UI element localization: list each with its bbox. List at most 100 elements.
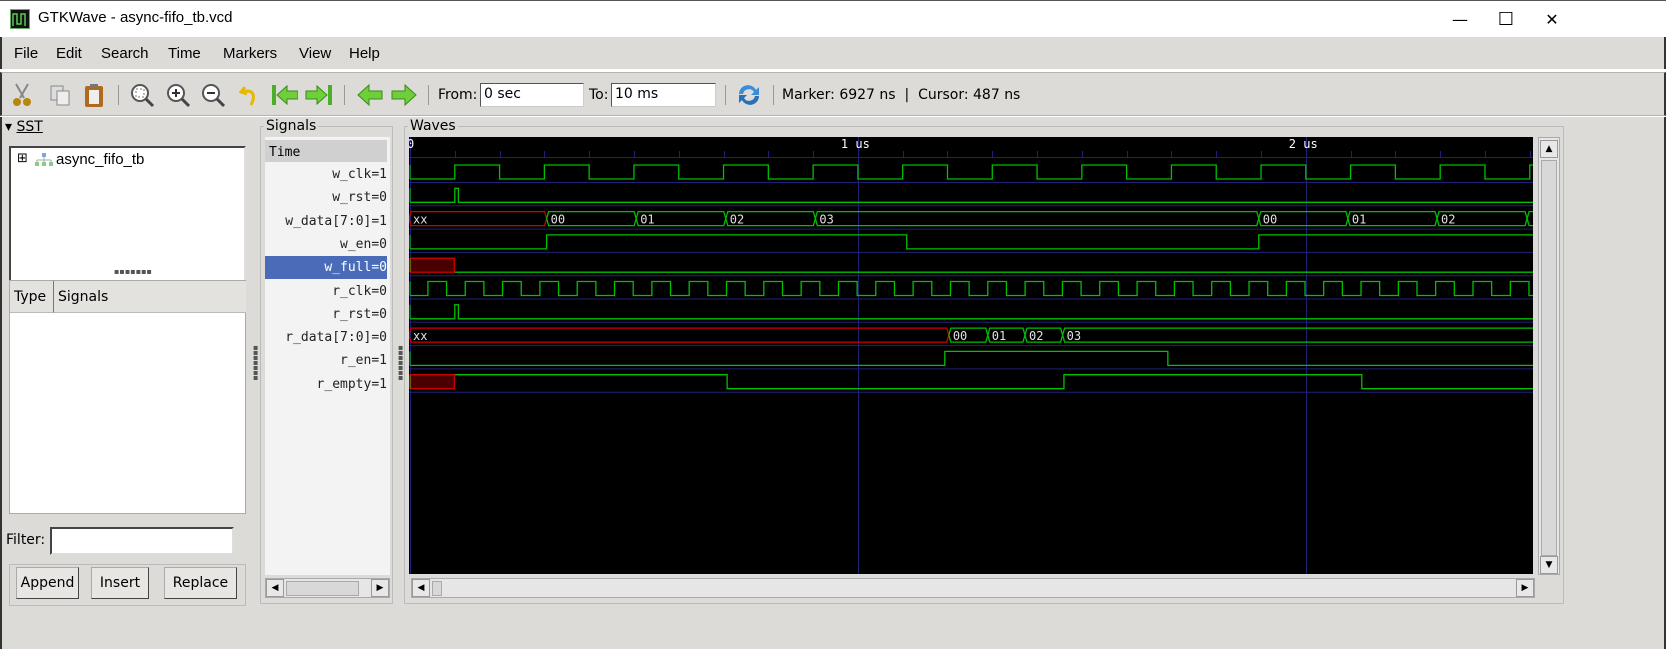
filter-label: Filter: bbox=[6, 532, 46, 548]
copy-icon[interactable] bbox=[46, 81, 74, 109]
waveform-r_rst bbox=[410, 304, 1533, 320]
signals-panel-title: Signals bbox=[264, 118, 319, 134]
module-hierarchy-icon bbox=[35, 153, 53, 171]
menu-view[interactable]: View bbox=[299, 45, 331, 62]
signals-hscrollbar[interactable]: ◀ ▶ bbox=[265, 578, 390, 598]
bus-value-label: 00 bbox=[551, 213, 565, 227]
scroll-left-icon[interactable]: ◀ bbox=[412, 579, 430, 597]
next-edge-icon[interactable] bbox=[390, 81, 418, 109]
zoom-out-icon[interactable] bbox=[199, 81, 227, 109]
scroll-up-icon[interactable]: ▲ bbox=[1540, 140, 1558, 158]
menu-bar: File Edit Search Time Markers View Help bbox=[0, 37, 1666, 69]
time-header: Time bbox=[265, 140, 387, 162]
bus-value-label: 01 bbox=[640, 213, 654, 227]
bus-segment-w_data bbox=[1526, 210, 1538, 227]
scroll-right-icon[interactable]: ▶ bbox=[371, 579, 389, 597]
time-label: 1 us bbox=[841, 137, 870, 151]
waveform-canvas[interactable]: 0 1 us 2 us xx 00 01 02 03 00 01 02 xx 00 01 02 03 bbox=[407, 137, 1576, 574]
from-label: From: bbox=[438, 87, 478, 103]
menu-file[interactable]: File bbox=[14, 45, 38, 62]
menu-markers[interactable]: Markers bbox=[223, 45, 277, 62]
append-button[interactable]: Append bbox=[16, 567, 79, 599]
menu-help[interactable]: Help bbox=[349, 45, 380, 62]
close-button[interactable]: ✕ bbox=[1529, 1, 1575, 37]
menu-edit[interactable]: Edit bbox=[56, 45, 82, 62]
bus-value-label: 01 bbox=[992, 329, 1006, 343]
to-label: To: bbox=[589, 87, 609, 103]
waves-panel-title: Waves bbox=[408, 118, 458, 134]
undo-zoom-icon[interactable] bbox=[236, 81, 264, 109]
menu-time[interactable]: Time bbox=[168, 45, 201, 62]
sst-title: SST bbox=[16, 119, 43, 135]
filter-input[interactable] bbox=[50, 527, 234, 555]
column-header-type[interactable]: Type bbox=[10, 281, 54, 313]
signal-name-row[interactable]: r_en=1 bbox=[265, 349, 387, 372]
menu-search[interactable]: Search bbox=[101, 45, 149, 62]
scrollbar-thumb[interactable] bbox=[432, 581, 442, 596]
signals-name-pane: Time w_clk=1 w_rst=0 w_data[7:0]=1 w_en=0 w_… bbox=[265, 137, 390, 575]
zoom-fit-icon[interactable] bbox=[128, 81, 156, 109]
to-time-input[interactable]: 10 ms bbox=[611, 83, 716, 107]
cut-icon[interactable] bbox=[8, 81, 36, 109]
bus-value-label: 03 bbox=[819, 213, 833, 227]
bus-value-label: 03 bbox=[1067, 329, 1081, 343]
prev-edge-icon[interactable] bbox=[356, 81, 384, 109]
signal-name-row[interactable]: r_data[7:0]=0 bbox=[265, 326, 387, 349]
pane-resize-handle[interactable]: ▪▪▪▪▪▪▪ bbox=[398, 344, 403, 382]
sst-expander[interactable]: ▾ SST bbox=[5, 119, 43, 135]
scrollbar-thumb[interactable] bbox=[1541, 160, 1557, 556]
signal-name-row[interactable]: w_full=0 bbox=[265, 256, 387, 280]
scroll-down-icon[interactable]: ▼ bbox=[1540, 556, 1558, 574]
bus-value-label: 02 bbox=[1029, 329, 1043, 343]
jump-start-icon[interactable] bbox=[270, 81, 298, 109]
signal-name-row[interactable]: r_empty=1 bbox=[265, 373, 387, 396]
signal-name-row[interactable]: w_rst=0 bbox=[265, 186, 387, 209]
signal-name-row[interactable]: r_rst=0 bbox=[265, 303, 387, 326]
bus-value-label: 01 bbox=[1352, 213, 1366, 227]
waveform-r_en bbox=[410, 350, 1533, 367]
scroll-left-icon[interactable]: ◀ bbox=[266, 579, 284, 597]
tree-item-async-fifo-tb[interactable]: async_fifo_tb bbox=[56, 151, 144, 168]
time-label: 2 us bbox=[1289, 137, 1318, 151]
signal-name-row[interactable]: w_data[7:0]=1 bbox=[265, 210, 387, 233]
waveform-svg: 0 1 us 2 us xx 00 01 02 03 00 01 02 xx 00 01 02 03 bbox=[407, 137, 1576, 574]
unknown-segment-w_full bbox=[409, 257, 455, 273]
bus-value-label: xx bbox=[413, 213, 427, 227]
waveform-r_empty bbox=[454, 374, 1533, 390]
pane-resize-handle[interactable]: ▪▪▪▪▪▪▪ bbox=[253, 344, 258, 382]
bus-segment-w_data bbox=[408, 210, 548, 227]
signal-name-row[interactable]: w_en=0 bbox=[265, 233, 387, 256]
maximize-button[interactable]: ☐ bbox=[1483, 1, 1529, 37]
reload-icon[interactable] bbox=[735, 81, 763, 109]
column-header-signals[interactable]: Signals bbox=[54, 281, 246, 313]
paste-icon[interactable] bbox=[80, 81, 108, 109]
window-title: GTKWave - async-fifo_tb.vcd bbox=[38, 9, 233, 26]
insert-button[interactable]: Insert bbox=[91, 567, 149, 599]
bus-segment-r_data bbox=[1061, 327, 1538, 343]
waves-vscrollbar[interactable]: ▲ ▼ bbox=[1538, 137, 1560, 575]
time-label: 0 bbox=[409, 137, 414, 151]
signal-name-row[interactable]: r_clk=0 bbox=[265, 280, 387, 303]
signal-name-row[interactable]: w_clk=1 bbox=[265, 163, 387, 186]
from-time-input[interactable]: 0 sec bbox=[480, 83, 584, 107]
gtkwave-app-icon bbox=[10, 9, 30, 29]
bus-value-label: xx bbox=[413, 329, 427, 343]
scroll-right-icon[interactable]: ▶ bbox=[1516, 579, 1534, 597]
bus-segment-w_data bbox=[814, 210, 1260, 227]
jump-end-icon[interactable] bbox=[304, 81, 332, 109]
bus-value-label: 02 bbox=[1441, 213, 1455, 227]
toolbar: From: 0 sec To: 10 ms Marker: 6927 ns | … bbox=[0, 72, 1666, 116]
pane-resize-handle[interactable]: ▪▪▪▪▪▪▪ bbox=[114, 268, 152, 276]
waves-hscrollbar[interactable]: ◀ ▶ bbox=[411, 578, 1535, 598]
waveform-w_rst bbox=[410, 187, 1533, 203]
tree-expand-icon[interactable]: ⊞ bbox=[17, 151, 28, 166]
bus-value-label: 02 bbox=[730, 213, 744, 227]
zoom-in-icon[interactable] bbox=[164, 81, 192, 109]
bus-segment-r_data bbox=[408, 327, 950, 343]
bus-value-label: 00 bbox=[953, 329, 967, 343]
title-bar: GTKWave - async-fifo_tb.vcd — ☐ ✕ bbox=[0, 0, 1666, 36]
replace-button[interactable]: Replace bbox=[164, 567, 237, 599]
scrollbar-thumb[interactable] bbox=[286, 581, 359, 596]
minimize-button[interactable]: — bbox=[1437, 1, 1483, 37]
marker-cursor-readout: Marker: 6927 ns | Cursor: 487 ns bbox=[782, 87, 1021, 103]
